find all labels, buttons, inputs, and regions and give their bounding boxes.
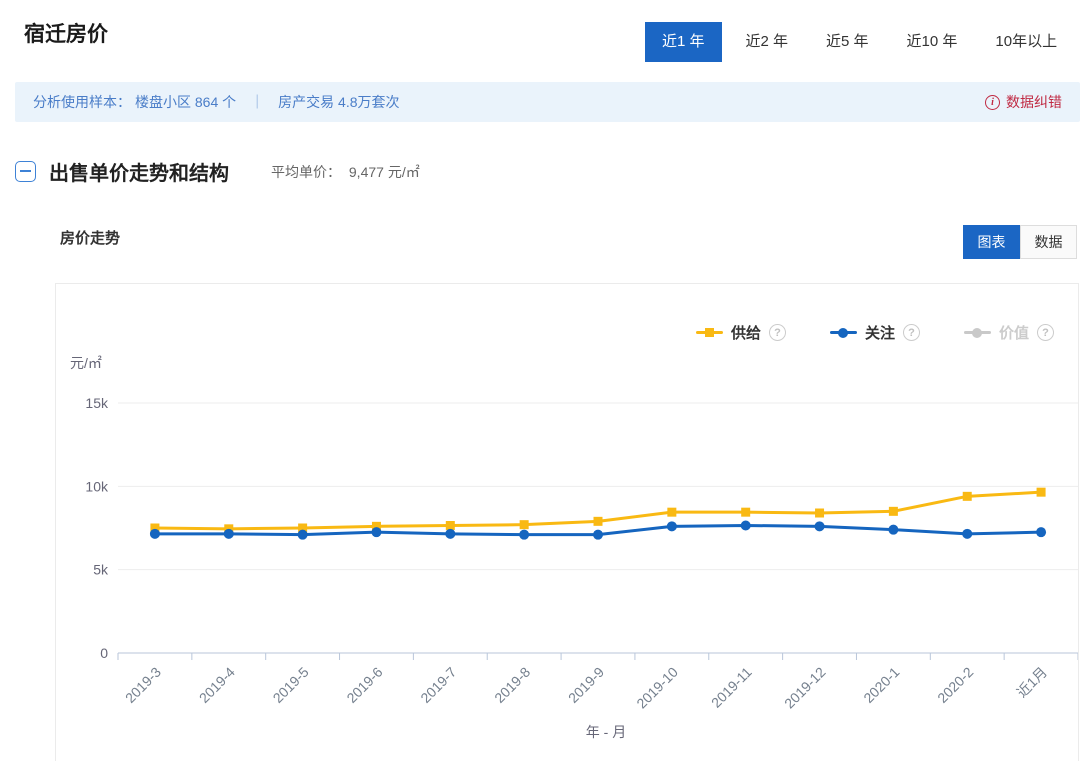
- average-price-value: 9,477 元/㎡: [349, 164, 420, 180]
- x-tick-label: 2019-10: [633, 664, 681, 712]
- y-tick-label: 0: [100, 645, 108, 661]
- tab-10y[interactable]: 近10 年: [893, 22, 972, 62]
- data-point[interactable]: [962, 529, 972, 539]
- x-tick-label: 2020-1: [860, 664, 902, 706]
- chart-title: 房价走势: [60, 227, 120, 248]
- section-title: 出售单价走势和结构: [49, 157, 229, 186]
- tab-10y-plus[interactable]: 10年以上: [981, 22, 1071, 62]
- average-price: 平均单价： 9,477 元/㎡: [271, 162, 420, 182]
- y-tick-label: 10k: [85, 478, 109, 494]
- y-tick-label: 15k: [85, 395, 109, 411]
- tab-2y[interactable]: 近2 年: [732, 22, 803, 62]
- x-tick-label: 2019-3: [122, 664, 164, 706]
- data-point[interactable]: [741, 508, 750, 517]
- data-point[interactable]: [1036, 527, 1046, 537]
- x-tick-label: 2019-11: [708, 664, 755, 711]
- data-point[interactable]: [594, 517, 603, 526]
- x-tick-label: 2019-6: [343, 664, 385, 706]
- data-point[interactable]: [446, 521, 455, 530]
- transaction-count: 房产交易 4.8万套次: [278, 92, 399, 112]
- data-point[interactable]: [963, 492, 972, 501]
- toggle-chart-button[interactable]: 图表: [963, 225, 1020, 259]
- sample-label: 分析使用样本：: [33, 92, 131, 112]
- sample-count: 楼盘小区 864 个: [135, 92, 236, 112]
- section-header: 出售单价走势和结构 平均单价： 9,477 元/㎡: [15, 157, 420, 186]
- y-tick-label: 5k: [93, 562, 109, 578]
- data-point[interactable]: [520, 520, 529, 529]
- time-range-tabs: 近1 年 近2 年 近5 年 近10 年 10年以上: [645, 22, 1071, 62]
- data-point[interactable]: [888, 525, 898, 535]
- data-point[interactable]: [371, 527, 381, 537]
- data-point[interactable]: [741, 521, 751, 531]
- collapse-icon[interactable]: [15, 161, 36, 182]
- data-point[interactable]: [519, 530, 529, 540]
- price-trend-line-chart[interactable]: 0 5k 10k 15k 元/㎡ 2019-3 2019-4 2019-5 2019-6 2019…: [56, 284, 1078, 761]
- data-point[interactable]: [815, 509, 824, 518]
- toggle-data-button[interactable]: 数据: [1020, 225, 1077, 259]
- page-title: 宿迁房价: [24, 18, 108, 48]
- page: 宿迁房价 近1 年 近2 年 近5 年 近10 年 10年以上 分析使用样本： …: [0, 0, 1080, 761]
- data-point[interactable]: [1037, 488, 1046, 497]
- data-point[interactable]: [298, 530, 308, 540]
- x-tick-label: 2019-9: [565, 664, 607, 706]
- x-tick-label: 2019-7: [417, 664, 459, 706]
- x-axis-title: 年 - 月: [586, 724, 626, 740]
- data-point[interactable]: [593, 530, 603, 540]
- data-correction-link[interactable]: i 数据纠错: [985, 92, 1062, 112]
- average-price-label: 平均单价：: [271, 164, 341, 180]
- chart-data-toggle: 图表 数据: [963, 225, 1077, 259]
- tab-1y[interactable]: 近1 年: [645, 22, 722, 62]
- x-tick-label: 2019-8: [491, 664, 533, 706]
- x-tick-label: 2019-5: [270, 664, 312, 706]
- data-correction-label: 数据纠错: [1006, 92, 1062, 112]
- chart-panel: 供给 ? 关注 ? 价值 ? 05k10k15k元/㎡2019-32019-42…: [55, 283, 1079, 761]
- y-axis-unit: 元/㎡: [70, 355, 102, 371]
- x-tick-label: 2019-12: [781, 664, 829, 712]
- data-point[interactable]: [150, 529, 160, 539]
- x-tick-label: 近1月: [1014, 664, 1051, 701]
- info-icon: i: [985, 95, 1000, 110]
- sample-info-bar: 分析使用样本： 楼盘小区 864 个 ｜ 房产交易 4.8万套次 i 数据纠错: [15, 82, 1080, 122]
- data-point[interactable]: [815, 521, 825, 531]
- tab-5y[interactable]: 近5 年: [812, 22, 883, 62]
- x-tick-label: 2020-2: [934, 664, 976, 706]
- data-point[interactable]: [667, 508, 676, 517]
- data-point[interactable]: [445, 529, 455, 539]
- x-tick-label: 2019-4: [196, 664, 238, 706]
- data-point[interactable]: [667, 521, 677, 531]
- data-point[interactable]: [889, 507, 898, 516]
- separator: ｜: [250, 92, 264, 112]
- data-point[interactable]: [224, 529, 234, 539]
